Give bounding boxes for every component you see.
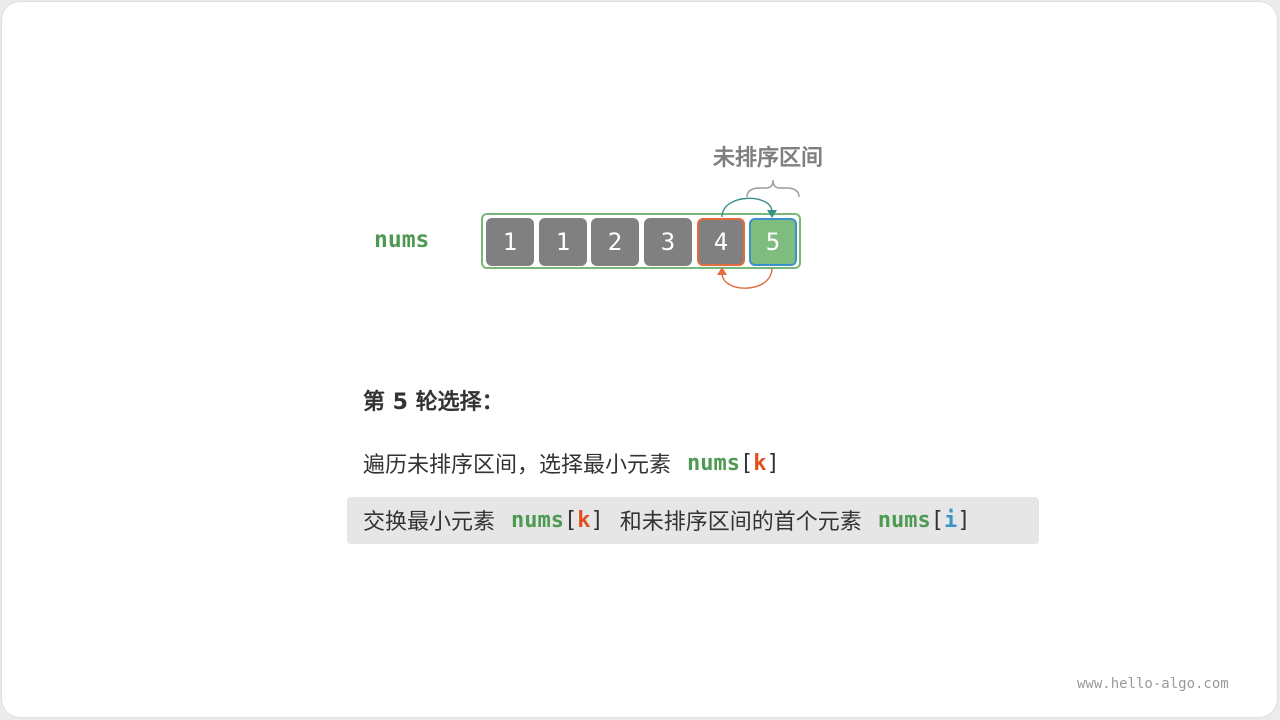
watermark: www.hello-algo.com (1077, 676, 1229, 692)
code-bracket: [ (564, 507, 578, 533)
code-index-i: i (944, 507, 958, 533)
traverse-text: 遍历未排序区间，选择最小元素 (363, 453, 672, 478)
swap-arrow-top (721, 197, 773, 218)
code-index-k: k (577, 507, 591, 533)
code-bracket: ] (590, 507, 604, 533)
code-bracket: ] (766, 450, 780, 476)
code-nums: nums (687, 450, 740, 476)
swap-text: 交换最小元素 (363, 510, 496, 535)
step-title: 第 5 轮选择： (363, 390, 504, 415)
code-index-k: k (753, 450, 767, 476)
range-brace (746, 179, 800, 198)
swap-middle-text: 和未排序区间的首个元素 (619, 510, 862, 535)
swap-arrows (717, 179, 800, 289)
step-line-traverse: 遍历未排序区间，选择最小元素 nums [ k ] (363, 447, 780, 479)
arrowhead-top (767, 210, 777, 218)
arrowhead-bottom (717, 267, 727, 275)
step-line-swap: 交换最小元素 nums [ k ] 和未排序区间的首个元素 nums [ i ] (363, 504, 971, 536)
code-bracket: ] (957, 507, 971, 533)
code-bracket: [ (740, 450, 754, 476)
code-bracket: [ (930, 507, 944, 533)
code-nums: nums (511, 507, 564, 533)
swap-arrow-bottom (721, 267, 773, 289)
code-nums: nums (877, 507, 931, 533)
